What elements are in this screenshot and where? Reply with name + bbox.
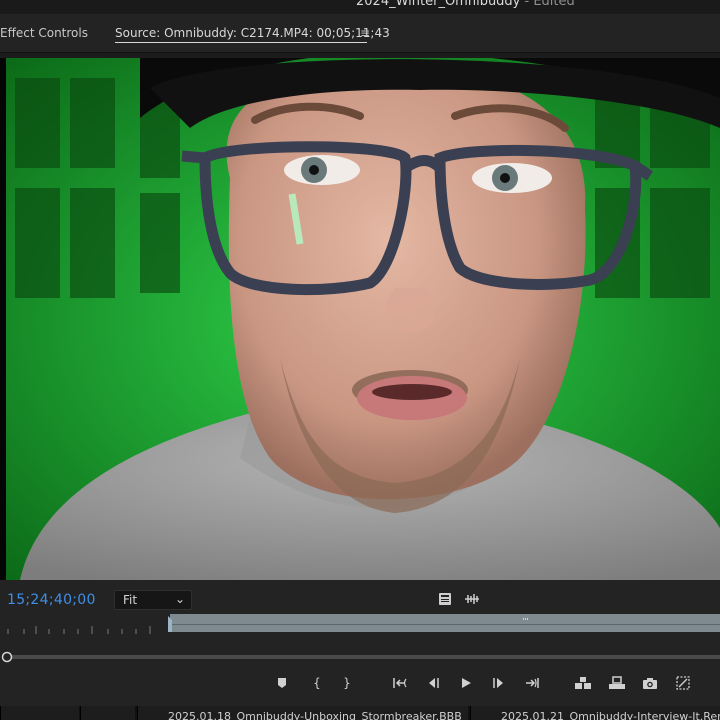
- go-to-in-icon: [393, 678, 407, 688]
- playhead-scrubber[interactable]: [0, 650, 720, 664]
- insert-icon: [575, 677, 591, 689]
- time-ruler[interactable]: [0, 612, 720, 638]
- step-back-icon: [429, 678, 439, 688]
- zoom-select[interactable]: Fit ⌄: [114, 590, 192, 610]
- overwrite-icon: [609, 676, 625, 689]
- active-tab-underline: [115, 42, 367, 43]
- export-frame-button[interactable]: [639, 672, 661, 694]
- step-forward-button[interactable]: [488, 672, 510, 694]
- tab-sequence-2[interactable]: 2025.01.21_Omnibuddy-Interview-It.Rema: [470, 706, 720, 720]
- bottom-panel-tabs: 2025.01.18_Omnibuddy-Unboxing_Stormbreak…: [0, 706, 720, 720]
- in-out-range[interactable]: [170, 614, 720, 632]
- tab-empty-2[interactable]: [80, 706, 135, 720]
- window-title: 2024_Winter_Omnibuddy - Edited: [356, 0, 575, 9]
- mark-in-icon: {: [313, 676, 321, 690]
- zoom-value: Fit: [123, 593, 138, 607]
- step-back-button[interactable]: [422, 672, 444, 694]
- tab-effect-controls[interactable]: Effect Controls: [0, 26, 88, 40]
- window-title-bar: 2024_Winter_Omnibuddy - Edited: [0, 0, 720, 14]
- step-forward-icon: [493, 678, 503, 688]
- drag-audio-only-icon[interactable]: [464, 593, 480, 605]
- settings-icon: [676, 676, 690, 690]
- go-to-out-button[interactable]: [521, 672, 543, 694]
- marker-icon: [278, 678, 286, 688]
- settings-button[interactable]: [672, 672, 694, 694]
- tab-sequence-2-label: 2025.01.21_Omnibuddy-Interview-It.Rema: [501, 710, 720, 720]
- playhead-timecode[interactable]: 15;24;40;00: [7, 592, 96, 608]
- tab-sequence-1[interactable]: 2025.01.18_Omnibuddy-Unboxing_Stormbreak…: [137, 706, 468, 720]
- play-icon: [462, 678, 471, 688]
- go-to-in-button[interactable]: [389, 672, 411, 694]
- playhead-handle[interactable]: [1, 651, 13, 663]
- add-marker-button[interactable]: [271, 672, 293, 694]
- nose: [385, 288, 435, 333]
- chevron-down-icon: ⌄: [174, 592, 185, 606]
- panel-header: Effect Controls Source: Omnibuddy: C2174…: [0, 14, 720, 53]
- camera-icon: [643, 677, 657, 689]
- overwrite-button[interactable]: [606, 672, 628, 694]
- video-frame: [0, 58, 720, 580]
- source-monitor-viewer[interactable]: [0, 58, 720, 580]
- mark-in-button[interactable]: {: [306, 672, 328, 694]
- play-button[interactable]: [455, 672, 477, 694]
- insert-button[interactable]: [572, 672, 594, 694]
- tab-source-monitor[interactable]: Source: Omnibuddy: C2174.MP4: 00;05;11;4…: [115, 26, 390, 40]
- tab-sequence-1-label: 2025.01.18_Omnibuddy-Unboxing_Stormbreak…: [168, 710, 462, 720]
- monitor-controls: 15;24;40;00 Fit ⌄ { }: [0, 580, 720, 720]
- tab-empty-1[interactable]: [0, 706, 79, 720]
- mark-out-button[interactable]: }: [336, 672, 358, 694]
- drag-video-only-icon[interactable]: [438, 592, 452, 606]
- go-to-out-icon: [526, 678, 539, 688]
- transport-controls: { }: [0, 672, 720, 694]
- hamburger-menu-icon[interactable]: ≡: [360, 26, 370, 40]
- mark-out-icon: }: [343, 676, 351, 690]
